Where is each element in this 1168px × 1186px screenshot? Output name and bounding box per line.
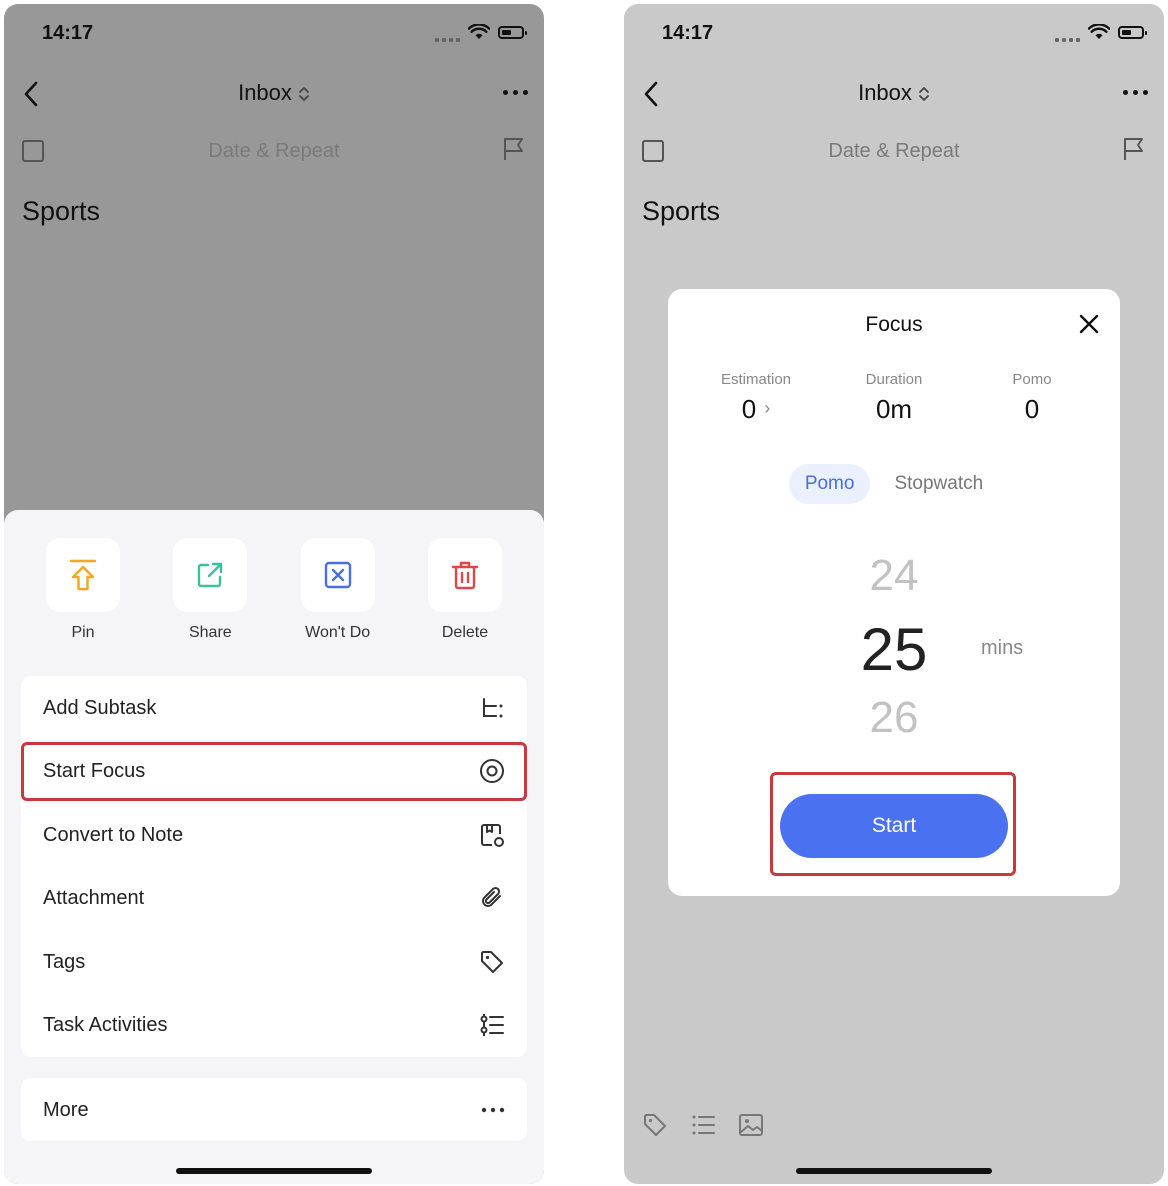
- menu-item-label: More: [43, 1098, 89, 1121]
- bottom-toolbar: [642, 1112, 764, 1138]
- pin-icon: [69, 559, 97, 591]
- chevron-right-icon: ›: [764, 398, 771, 418]
- focus-stats: Estimation 0 › Duration 0m Pomo 0: [688, 371, 1100, 425]
- picker-unit: mins: [981, 637, 1024, 659]
- tag-icon: [481, 951, 503, 973]
- share-action[interactable]: Share: [155, 538, 265, 642]
- delete-action[interactable]: Delete: [410, 538, 520, 642]
- picker-current-value[interactable]: 25: [668, 615, 1120, 684]
- battery-icon: [498, 25, 527, 39]
- wont-do-action-box: [300, 538, 375, 612]
- image-icon[interactable]: [738, 1112, 764, 1138]
- updown-chevron-icon: [919, 87, 929, 102]
- close-icon[interactable]: [1078, 313, 1100, 335]
- menu-item-attachment[interactable]: Attachment: [21, 870, 527, 926]
- pin-action-box: [46, 538, 120, 612]
- tab-stopwatch[interactable]: Stopwatch: [878, 464, 999, 504]
- wont-do-label: Won't Do: [305, 624, 371, 641]
- estimation-value: 0: [741, 394, 757, 424]
- delete-label: Delete: [441, 624, 489, 641]
- more-options-icon[interactable]: [503, 90, 528, 95]
- pin-action[interactable]: Pin: [28, 538, 138, 642]
- task-title[interactable]: Sports: [22, 196, 100, 227]
- wont-do-icon: [324, 561, 351, 589]
- pomo-count-value: 0: [1024, 394, 1040, 424]
- menu-item-tags[interactable]: Tags: [21, 934, 527, 990]
- activities-icon: [480, 1014, 504, 1036]
- duration-stat: Duration 0m: [826, 371, 962, 425]
- nav-title: Inbox: [238, 80, 292, 105]
- menu-item-label: Attachment: [43, 886, 145, 909]
- tab-pomo[interactable]: Pomo: [788, 464, 871, 504]
- more-menu: More: [21, 1078, 527, 1141]
- date-repeat-button[interactable]: Date & Repeat: [4, 140, 544, 163]
- trash-icon: [451, 561, 479, 590]
- status-time: 14:17: [42, 22, 94, 44]
- phone-screen-task-menu: 14:17 Inbox Date & Repeat Sports Pin Sha…: [4, 4, 544, 1184]
- tag-icon[interactable]: [642, 1112, 668, 1138]
- signal-icon: [1055, 22, 1080, 42]
- delete-action-box: [427, 538, 502, 612]
- wifi-icon: [1088, 24, 1110, 39]
- battery-icon: [1118, 25, 1147, 39]
- quick-actions: Pin Share Won't Do Delete: [28, 538, 520, 642]
- menu-item-label: Convert to Note: [43, 823, 184, 846]
- home-indicator: [796, 1168, 992, 1174]
- updown-chevron-icon: [299, 87, 309, 102]
- date-repeat-button[interactable]: Date & Repeat: [624, 140, 1164, 163]
- duration-value: 0m: [875, 394, 913, 424]
- subtask-icon: [483, 698, 503, 718]
- more-options-icon[interactable]: [1123, 90, 1148, 95]
- focus-mode-tabs: Pomo Stopwatch: [668, 464, 1120, 504]
- menu-item-label: Tags: [43, 950, 86, 973]
- menu-item-more[interactable]: More: [21, 1082, 527, 1138]
- project-selector[interactable]: Inbox: [624, 80, 1164, 106]
- action-sheet: Pin Share Won't Do Delete Add Subtask St…: [4, 510, 544, 1184]
- flag-icon[interactable]: [1122, 136, 1146, 162]
- note-icon: [481, 824, 504, 847]
- menu-item-label: Task Activities: [43, 1013, 168, 1036]
- wifi-icon: [468, 24, 490, 39]
- estimation-value-row: 0 ›: [688, 394, 824, 425]
- task-menu: Add Subtask Start Focus Convert to Note …: [21, 676, 527, 1057]
- task-title[interactable]: Sports: [642, 196, 720, 227]
- phone-screen-focus: 14:17 Inbox Date & Repeat Sports Focus E…: [624, 4, 1164, 1184]
- estimation-label: Estimation: [720, 371, 792, 388]
- menu-item-add-subtask[interactable]: Add Subtask: [21, 680, 527, 736]
- ellipsis-icon: [481, 1107, 505, 1113]
- nav-title: Inbox: [858, 80, 912, 105]
- signal-icon: [435, 22, 460, 42]
- share-icon: [198, 562, 223, 588]
- start-focus-highlight: [21, 742, 527, 801]
- duration-label: Duration: [865, 371, 923, 388]
- pomo-stat: Pomo 0: [964, 371, 1100, 425]
- status-time: 14:17: [662, 22, 714, 44]
- menu-item-task-activities[interactable]: Task Activities: [21, 997, 527, 1053]
- list-icon[interactable]: [690, 1112, 716, 1138]
- picker-prev-value[interactable]: 24: [668, 551, 1120, 601]
- estimation-stat[interactable]: Estimation 0 ›: [688, 371, 824, 425]
- status-icons: [1055, 22, 1147, 42]
- start-button[interactable]: Start: [780, 794, 1008, 858]
- menu-item-label: Add Subtask: [43, 696, 157, 719]
- project-selector[interactable]: Inbox: [4, 80, 544, 106]
- menu-item-convert-to-note[interactable]: Convert to Note: [21, 807, 527, 863]
- flag-icon[interactable]: [502, 136, 526, 162]
- share-label: Share: [188, 624, 232, 641]
- share-action-box: [173, 538, 248, 612]
- focus-dialog: Focus Estimation 0 › Duration 0m Pomo 0 P…: [668, 289, 1120, 896]
- status-icons: [435, 22, 527, 42]
- home-indicator: [176, 1168, 372, 1174]
- wont-do-action[interactable]: Won't Do: [283, 538, 393, 642]
- pin-label: Pin: [71, 624, 95, 641]
- paperclip-icon: [482, 886, 501, 907]
- picker-next-value[interactable]: 26: [668, 693, 1120, 743]
- pomo-count-label: Pomo: [1012, 371, 1052, 388]
- focus-title: Focus: [865, 313, 923, 336]
